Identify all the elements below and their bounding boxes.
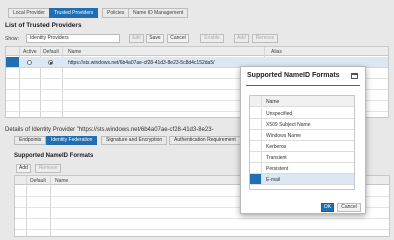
subtab-endpoints[interactable]: Endpoints [14,136,47,145]
row-selector[interactable] [250,152,262,162]
active-radio[interactable] [27,60,32,65]
list-item[interactable]: Persistent [250,163,354,174]
list-item[interactable]: Kerberos [250,141,354,152]
col-divider [50,176,51,236]
list-item[interactable]: X509 Subject Name [250,119,354,130]
supported-nameid-formats-dialog: Supported NameID Formats Name Unspecifie… [240,66,366,214]
radio-dot [50,62,52,64]
maximize-icon-bar [352,74,357,75]
row-selector[interactable] [250,119,262,129]
subtab-signature-encryption[interactable]: Signature and Encryption [101,136,168,145]
col-divider [26,176,27,236]
list-item-label: X509 Subject Name [266,122,311,128]
enable-button[interactable]: Enable [200,34,224,43]
cancel-button[interactable]: Cancel [337,203,361,212]
add-provider-button[interactable]: Add [234,34,249,43]
column-name: Name [266,99,280,105]
details-title: Details of Identity Provider "https://st… [5,127,214,133]
list-header: Name [250,96,354,107]
column-default: Default [30,178,46,184]
select-all-cell[interactable] [250,96,262,106]
provider-name: https://sts.windows.net/6b4a07ae-cf28-41… [68,60,215,66]
maximize-icon[interactable] [351,73,358,79]
row-divider [15,229,389,230]
list-item-label: Windows Name [266,133,302,139]
row-selector[interactable] [6,57,19,67]
list-item[interactable]: Windows Name [250,130,354,141]
row-selector[interactable] [250,130,262,140]
trusted-providers-title: List of Trusted Providers [5,22,82,29]
remove-provider-button[interactable]: Remove [252,34,278,43]
list-item-label: Persistent [266,166,289,172]
list-item-label: Unspecified [266,111,293,117]
list-item[interactable]: Unspecified [250,108,354,119]
column-default: Default [43,49,59,55]
row-divider [15,218,389,219]
row-selector[interactable] [250,174,262,184]
dialog-title-rule [246,85,360,86]
show-select-value: Identity Providers [30,35,69,41]
dialog-title: Supported NameID Formats [247,72,340,79]
column-active: Active [23,49,37,55]
cancel-button[interactable]: Cancel [167,34,189,43]
ok-button[interactable]: OK [321,203,334,212]
show-label: Show: [5,36,19,42]
add-nameid-button[interactable]: Add [16,164,31,173]
subtab-authentication-requirement[interactable]: Authentication Requirement [169,136,241,145]
tab-name-id-management[interactable]: Name ID Management [128,8,189,18]
list-item-label: Kerberos [266,144,287,150]
tab-trusted-providers[interactable]: Trusted Providers [49,8,99,18]
column-alias: Alias [271,49,282,55]
nameid-format-list: Name Unspecified X509 Subject Name Windo… [249,95,355,190]
subtab-identity-federation[interactable]: Identity Federation [46,136,98,145]
show-select[interactable]: Identity Providers [26,34,120,43]
list-item-selected[interactable]: E-mail [250,174,354,185]
column-name: Name [55,178,69,184]
remove-nameid-button[interactable]: Remove [35,164,61,173]
row-selector[interactable] [250,108,262,118]
row-selector[interactable] [250,141,262,151]
tab-local-provider[interactable]: Local Provider [8,8,50,18]
table-header: Active Default Name Alias [6,47,388,56]
list-item-label: Transient [266,155,287,161]
nameid-section-title: Supported NameID Formats [14,153,94,159]
list-item-label: E-mail [266,177,281,183]
list-item[interactable]: Transient [250,152,354,163]
edit-button[interactable]: Edit [129,34,144,43]
column-name: Name [68,49,82,55]
save-button[interactable]: Save [146,34,164,43]
default-radio[interactable] [48,60,53,65]
tab-policies[interactable]: Policies [102,8,130,18]
row-selector[interactable] [250,163,262,173]
